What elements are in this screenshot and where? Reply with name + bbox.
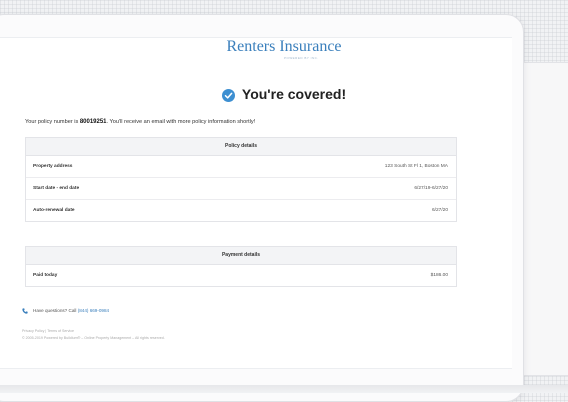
row-label: Start date - end date xyxy=(33,186,80,191)
table-row: Property address 123 South St Fl 1, Bost… xyxy=(26,156,456,178)
policy-prefix: Your policy number is xyxy=(25,119,80,125)
policy-confirmation: Your policy number is 80019251. You'll r… xyxy=(25,119,255,125)
row-value: 6/27/20 xyxy=(431,208,448,213)
table-row: Auto-renewal date 6/27/20 xyxy=(26,200,456,221)
row-label: Paid today xyxy=(33,273,58,278)
footer-copyright: © 2005-2019 Powered by Buildium® – Onlin… xyxy=(22,336,165,340)
row-label: Auto-renewal date xyxy=(33,208,75,213)
row-value: 123 South St Fl 1, Boston MA xyxy=(384,164,448,169)
phone-icon xyxy=(22,308,28,315)
help-line: Have questions? Call (844) 669-0984 xyxy=(22,308,109,315)
brand-logo: Renters Insurance xyxy=(0,38,568,56)
check-circle-icon xyxy=(221,89,235,105)
policy-number: 80019251 xyxy=(79,119,107,125)
row-value: 6/27/19-6/27/20 xyxy=(414,186,448,191)
phone-link[interactable]: (844) 669-0984 xyxy=(78,308,109,313)
page-title: You're covered! xyxy=(0,86,568,105)
brand-tagline: POWERED BY INC. xyxy=(284,56,319,60)
policy-details-heading: Policy details xyxy=(26,138,456,156)
row-label: Property address xyxy=(33,164,73,169)
policy-suffix: . You'll receive an email with more poli… xyxy=(106,119,256,125)
policy-details-table: Policy details Property address 123 Sout… xyxy=(25,137,457,222)
table-row: Start date - end date 6/27/19-6/27/20 xyxy=(26,178,456,200)
payment-details-heading: Payment details xyxy=(26,247,456,265)
footer-links[interactable]: Privacy Policy | Terms of Service xyxy=(22,329,74,333)
bottom-edge xyxy=(0,385,568,393)
row-value: $186.00 xyxy=(430,273,448,278)
page-title-text: You're covered! xyxy=(241,86,347,102)
payment-details-table: Payment details Paid today $186.00 xyxy=(25,246,457,287)
brand-name: Renters Insurance xyxy=(226,38,342,55)
table-row: Paid today $186.00 xyxy=(26,265,456,286)
help-text: Have questions? Call xyxy=(33,308,78,313)
